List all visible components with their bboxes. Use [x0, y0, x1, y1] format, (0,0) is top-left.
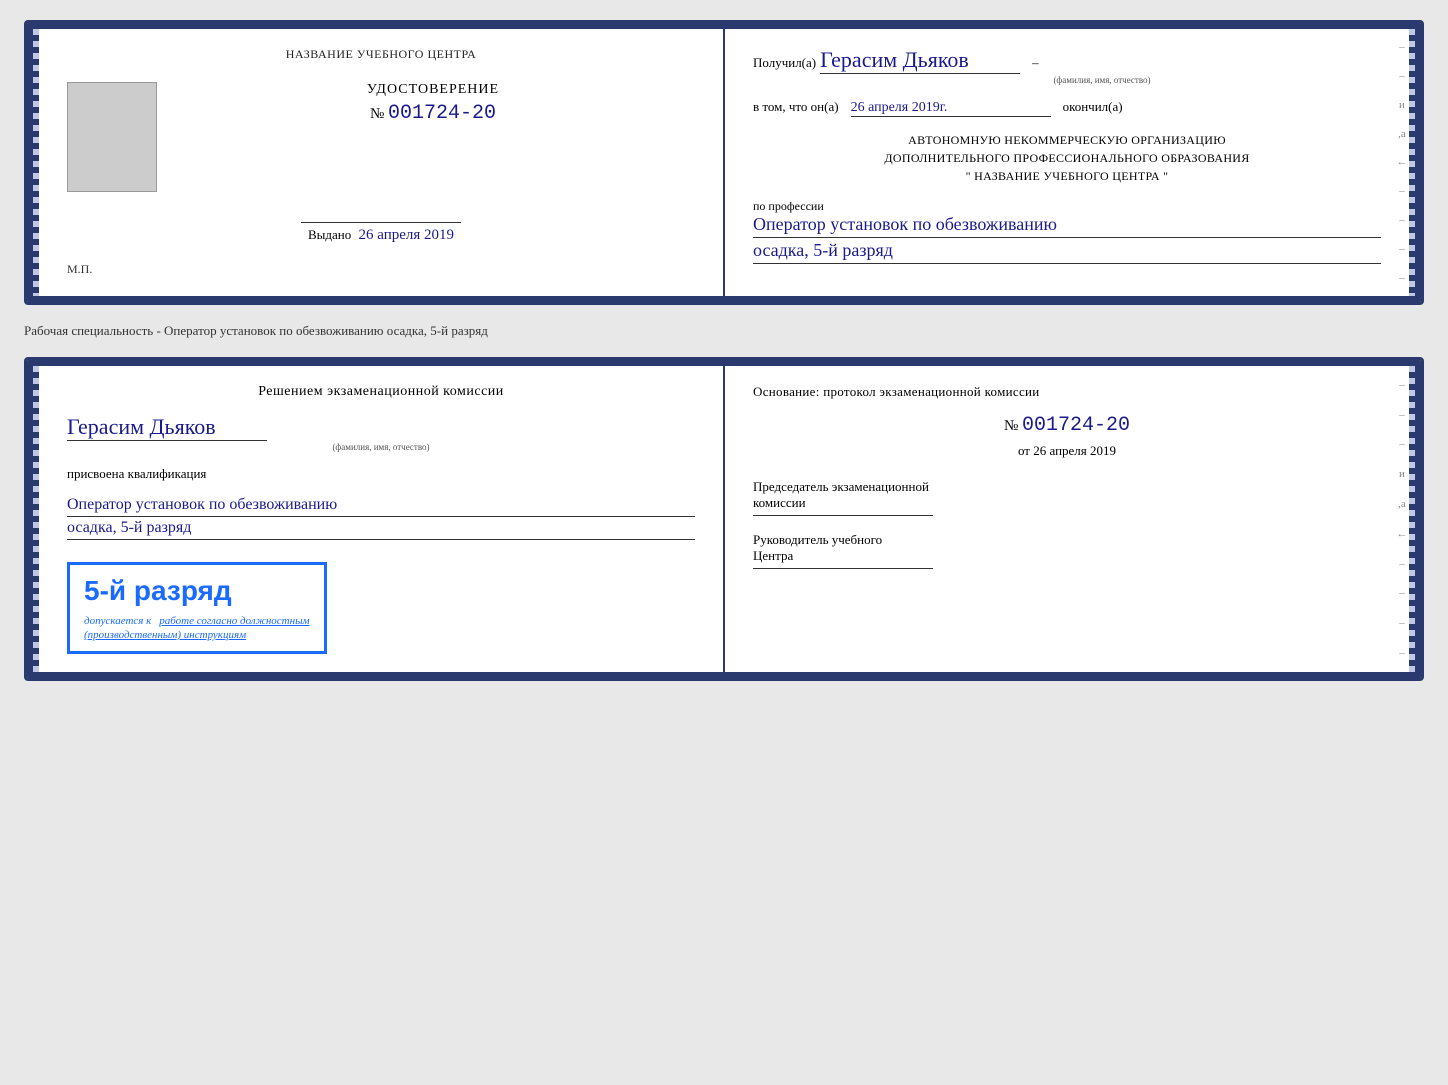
- issued-row: Выдано 26 апреля 2019: [67, 227, 695, 244]
- allowed-underline: работе согласно должностным: [159, 615, 309, 627]
- stamp-box: 5-й разряд допускается к работе согласно…: [67, 562, 327, 654]
- recipient-sublabel: (фамилия, имя, отчество): [823, 75, 1381, 85]
- finished-label: окончил(а): [1063, 99, 1123, 115]
- basis-number-prefix: №: [1004, 418, 1018, 434]
- received-prefix: Получил(а): [753, 55, 816, 71]
- commission-chair-label: Председатель экзаменационной: [753, 479, 1381, 495]
- issued-date: 26 апреля 2019: [358, 227, 454, 243]
- cert-number-row: № 001724-20: [171, 102, 695, 125]
- allowed-suffix: (производственным) инструкциям: [84, 629, 310, 641]
- cert1-right-panel: Получил(а) Герасим Дьяков – (фамилия, им…: [725, 23, 1409, 302]
- school-name-section: НАЗВАНИЕ УЧЕБНОГО ЦЕНТРА: [67, 47, 695, 62]
- cert2-right-panel: Основание: протокол экзаменационной коми…: [725, 360, 1409, 678]
- cert-number: 001724-20: [388, 102, 496, 125]
- cert2-recipient-section: Герасим Дьяков (фамилия, имя, отчество): [67, 414, 695, 452]
- cert-label-section: УДОСТОВЕРЕНИЕ № 001724-20: [171, 82, 695, 125]
- basis-date: 26 апреля 2019: [1033, 443, 1116, 458]
- in-that-prefix: в том, что он(а): [753, 99, 839, 115]
- certificate-1: НАЗВАНИЕ УЧЕБНОГО ЦЕНТРА УДОСТОВЕРЕНИЕ №…: [24, 20, 1424, 305]
- basis-date-prefix: от: [1018, 443, 1030, 458]
- photo-placeholder: [67, 82, 157, 192]
- in-that-section: в том, что он(а) 26 апреля 2019г. окончи…: [753, 99, 1381, 117]
- page-wrapper: НАЗВАНИЕ УЧЕБНОГО ЦЕНТРА УДОСТОВЕРЕНИЕ №…: [24, 20, 1424, 681]
- cert2-left-strip: [27, 360, 39, 678]
- cert-number-prefix: №: [370, 106, 384, 122]
- center-head-section: Руководитель учебного Центра: [753, 532, 1381, 569]
- cert2-qual-line1: Оператор установок по обезвоживанию: [67, 496, 695, 517]
- issued-section: Выдано 26 апреля 2019: [67, 222, 695, 244]
- cert-label: УДОСТОВЕРЕНИЕ: [171, 82, 695, 98]
- stamp-section: 5-й разряд допускается к работе согласно…: [67, 554, 695, 654]
- issued-label: Выдано: [308, 227, 351, 242]
- basis-number-row: № 001724-20: [753, 414, 1381, 437]
- org-section: АВТОНОМНУЮ НЕКОММЕРЧЕСКУЮ ОРГАНИЗАЦИЮ ДО…: [753, 131, 1381, 185]
- profession-line1: Оператор установок по обезвоживанию: [753, 214, 1381, 238]
- profession-line2: осадка, 5-й разряд: [753, 240, 1381, 264]
- recipient-row: Получил(а) Герасим Дьяков –: [753, 47, 1381, 74]
- mp-section: М.П.: [67, 260, 695, 278]
- cert2-left-panel: Решением экзаменационной комиссии Гераси…: [39, 360, 725, 678]
- left-decorative-strip: [27, 23, 39, 302]
- assigned-label: присвоена квалификация: [67, 466, 695, 482]
- recipient-section: Получил(а) Герасим Дьяков – (фамилия, им…: [753, 47, 1381, 85]
- org-line1: АВТОНОМНУЮ НЕКОММЕРЧЕСКУЮ ОРГАНИЗАЦИЮ: [753, 131, 1381, 149]
- certificate-2: Решением экзаменационной комиссии Гераси…: [24, 357, 1424, 681]
- commission-chair-section: Председатель экзаменационной комиссии: [753, 479, 1381, 516]
- assigned-section: присвоена квалификация: [67, 466, 695, 482]
- cert2-recipient-name: Герасим Дьяков: [67, 414, 267, 441]
- cert2-right-strip: [1409, 360, 1421, 678]
- allowed-prefix: допускается к: [84, 615, 151, 627]
- org-line3: " НАЗВАНИЕ УЧЕБНОГО ЦЕНТРА ": [753, 167, 1381, 185]
- in-that-date: 26 апреля 2019г.: [851, 100, 1051, 117]
- right-decorative-strip: [1409, 23, 1421, 302]
- profession-section: по профессии Оператор установок по обезв…: [753, 199, 1381, 264]
- org-lines: АВТОНОМНУЮ НЕКОММЕРЧЕСКУЮ ОРГАНИЗАЦИЮ ДО…: [753, 131, 1381, 185]
- allowed-row: допускается к работе согласно должностны…: [84, 611, 310, 629]
- profession-label: по профессии: [753, 199, 1381, 214]
- dash: –: [1032, 55, 1039, 71]
- cert2-qual-line2: осадка, 5-й разряд: [67, 519, 695, 540]
- info-row: Рабочая специальность - Оператор установ…: [24, 317, 1424, 345]
- basis-number-section: № 001724-20 от 26 апреля 2019: [753, 414, 1381, 459]
- recipient-name: Герасим Дьяков: [820, 47, 1020, 74]
- mp-label: М.П.: [67, 262, 92, 276]
- decision-section: Решением экзаменационной комиссии: [67, 384, 695, 400]
- cert2-qualification-section: Оператор установок по обезвоживанию осад…: [67, 496, 695, 540]
- cert2-recipient-sublabel: (фамилия, имя, отчество): [67, 442, 695, 452]
- center-head-label: Руководитель учебного: [753, 532, 1381, 548]
- stamp-grade: 5-й разряд: [84, 575, 310, 607]
- basis-number: 001724-20: [1022, 414, 1130, 437]
- commission-chair-label2: комиссии: [753, 495, 1381, 511]
- cert1-left-panel: НАЗВАНИЕ УЧЕБНОГО ЦЕНТРА УДОСТОВЕРЕНИЕ №…: [39, 23, 725, 302]
- basis-label: Основание: протокол экзаменационной коми…: [753, 384, 1381, 400]
- school-name-label: НАЗВАНИЕ УЧЕБНОГО ЦЕНТРА: [67, 47, 695, 62]
- decision-label: Решением экзаменационной комиссии: [67, 384, 695, 400]
- in-that-row: в том, что он(а) 26 апреля 2019г. окончи…: [753, 99, 1381, 117]
- center-head-label2: Центра: [753, 548, 1381, 564]
- org-line2: ДОПОЛНИТЕЛЬНОГО ПРОФЕССИОНАЛЬНОГО ОБРАЗО…: [753, 149, 1381, 167]
- info-row-text: Рабочая специальность - Оператор установ…: [24, 323, 488, 338]
- cert2-right-side-dashes: – – – и ,а ← – – – –: [1395, 360, 1409, 678]
- right-side-dashes: – – и ,а ← – – – –: [1395, 23, 1409, 302]
- basis-date-row: от 26 апреля 2019: [753, 443, 1381, 459]
- commission-chair-sig-line: [753, 515, 933, 516]
- basis-section: Основание: протокол экзаменационной коми…: [753, 384, 1381, 400]
- center-head-sig-line: [753, 568, 933, 569]
